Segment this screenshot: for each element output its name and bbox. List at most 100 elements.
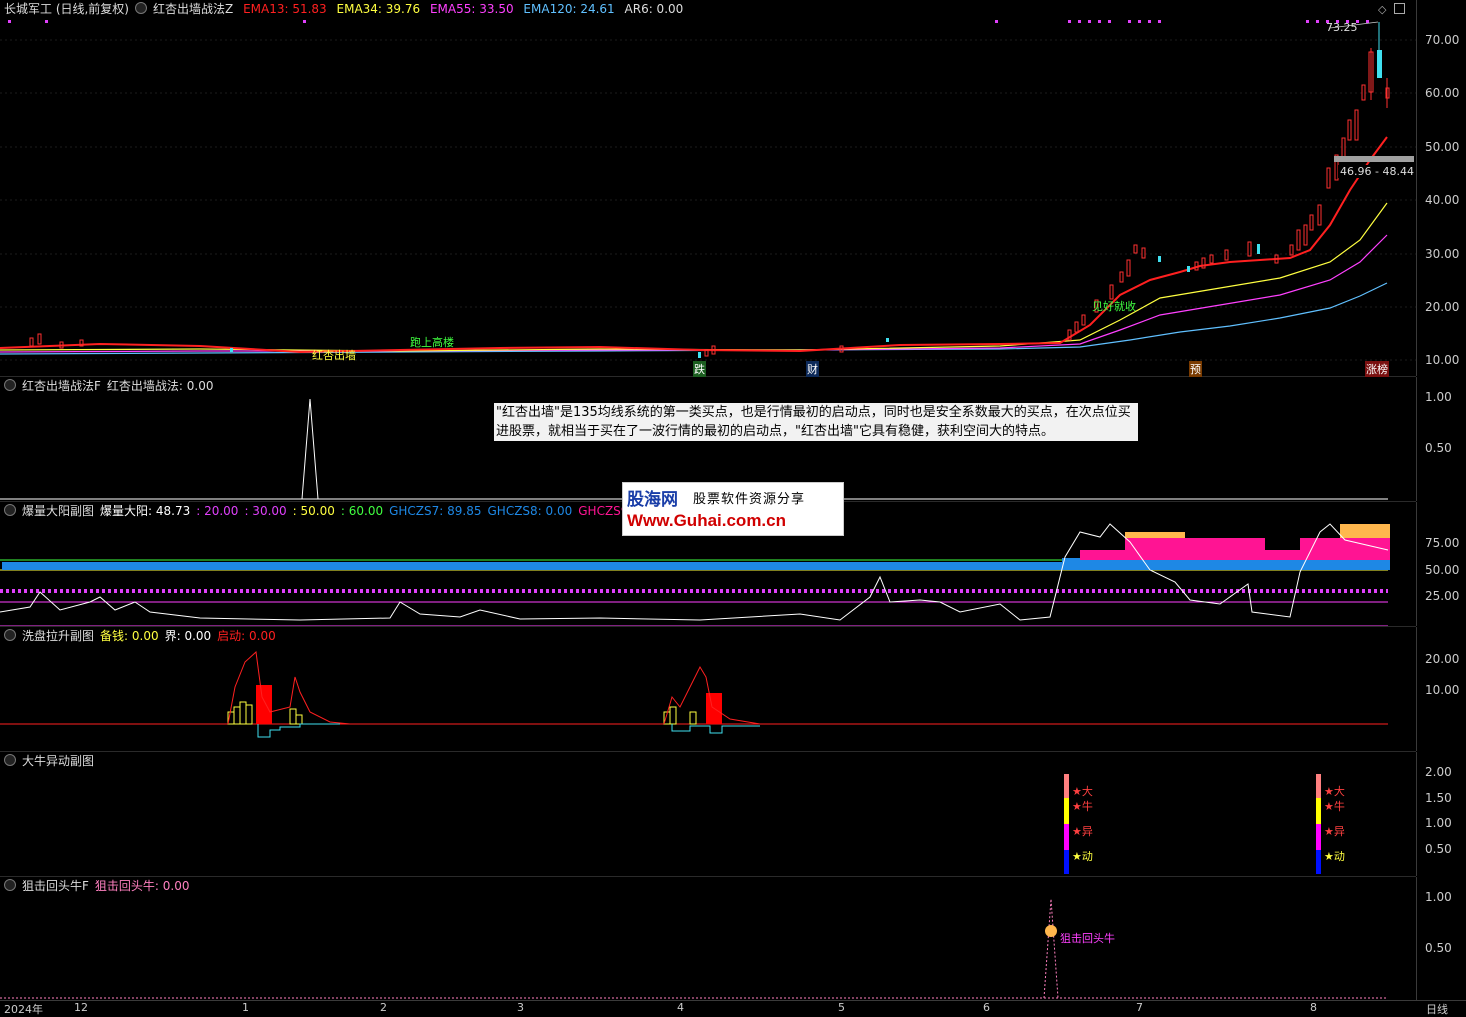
- window-buttons: ◇: [1378, 3, 1405, 16]
- panel3-v5: : 60.00: [340, 504, 384, 518]
- signal-niu-1: ★牛: [1072, 800, 1093, 813]
- panel2-name[interactable]: 红杏出墙战法F: [22, 379, 101, 393]
- panel-jiji[interactable]: 狙击回头牛F 狙击回头牛: 0.00 狙击回头牛: [0, 877, 1416, 1001]
- y-tick: 20.00: [1425, 652, 1460, 666]
- panel6-value: 狙击回头牛: 0.00: [94, 879, 190, 893]
- watermark-brand: 股海网: [627, 490, 678, 510]
- panel4-y-axis: 20.00 10.00: [1416, 627, 1466, 751]
- panel3-v2: : 20.00: [196, 504, 239, 518]
- panel2-y-axis: 1.00 0.50: [1416, 377, 1466, 501]
- maximize-icon[interactable]: [1393, 3, 1405, 14]
- panel3-y-axis: 75.00 50.00 25.00: [1416, 502, 1466, 626]
- settings-icon[interactable]: [4, 879, 16, 891]
- y-tick: 2.00: [1425, 765, 1452, 779]
- panel4-name[interactable]: 洗盘拉升副图: [22, 629, 94, 643]
- y-tick: 50.00: [1425, 140, 1460, 154]
- settings-icon[interactable]: [4, 504, 16, 516]
- signal-yi-2: ★异: [1324, 825, 1345, 838]
- panel5-y-axis: 2.00 1.50 1.00 0.50: [1416, 752, 1466, 876]
- strategy-note: "红杏出墙"是135均线系统的第一类买点，也是行情最初的启动点，同时也是安全系数…: [494, 403, 1138, 441]
- ema55-value: EMA55: 33.50: [429, 2, 514, 16]
- main-chart-panel[interactable]: 长城军工 (日线,前复权) 红杏出墙战法Z EMA13: 51.83 EMA34:…: [0, 0, 1416, 377]
- panel2-header: 红杏出墙战法F 红杏出墙战法: 0.00: [4, 379, 219, 393]
- panel3-v6: GHCZS7: 89.85: [389, 504, 482, 518]
- panel3-v7: GHCZS8: 0.00: [487, 504, 573, 518]
- y-tick: 60.00: [1425, 86, 1460, 100]
- settings-icon[interactable]: [4, 379, 16, 391]
- event-flag-die[interactable]: 跌: [693, 361, 706, 377]
- panel-xipan-svg: [0, 650, 1388, 738]
- period-label[interactable]: 日线: [1426, 1001, 1448, 1017]
- signal-dong-2: ★动: [1324, 850, 1345, 863]
- ema13-value: EMA13: 51.83: [243, 2, 327, 16]
- time-label: 12: [74, 1001, 88, 1014]
- signal-jiji-label: 狙击回头牛: [1060, 932, 1115, 945]
- stock-name[interactable]: 长城军工 (日线,前复权): [4, 2, 129, 16]
- panel3-name[interactable]: 爆量大阳副图: [22, 504, 94, 518]
- time-label: 3: [517, 1001, 524, 1014]
- annotation-jianhao: 见好就收: [1092, 300, 1136, 313]
- y-tick: 10.00: [1425, 353, 1460, 367]
- panel4-v1: 备钱: 0.00: [100, 629, 159, 643]
- panel-daniu[interactable]: 大牛异动副图 ★大 ★牛 ★异 ★动 ★大 ★牛 ★异 ★动: [0, 752, 1416, 877]
- ema34-value: EMA34: 39.76: [336, 2, 421, 16]
- y-tick: 1.00: [1425, 816, 1452, 830]
- y-tick: 1.00: [1425, 890, 1452, 904]
- settings-icon[interactable]: [135, 2, 147, 14]
- signal-yi-1: ★异: [1072, 825, 1093, 838]
- panel4-header: 洗盘拉升副图 备钱: 0.00 界: 0.00 启动: 0.00: [4, 629, 282, 643]
- y-tick: 70.00: [1425, 33, 1460, 47]
- panel3-v4: : 50.00: [292, 504, 335, 518]
- event-flag-zhangbang[interactable]: 涨榜: [1365, 361, 1389, 377]
- watermark-url: Www.Guhai.com.cn: [627, 511, 786, 530]
- y-tick: 75.00: [1425, 536, 1460, 550]
- signal-da-2: ★大: [1324, 785, 1345, 798]
- signal-dong-1: ★动: [1072, 850, 1093, 863]
- time-label: 6: [983, 1001, 990, 1014]
- y-tick: 10.00: [1425, 683, 1460, 697]
- y-tick: 25.00: [1425, 589, 1460, 603]
- y-tick: 0.50: [1425, 941, 1452, 955]
- y-tick: 20.00: [1425, 300, 1460, 314]
- panel3-v3: : 30.00: [244, 504, 287, 518]
- y-tick: 30.00: [1425, 247, 1460, 261]
- panel-daniu-svg: [1064, 774, 1321, 874]
- panel-jiji-svg: [0, 898, 1388, 999]
- main-chart-svg: [0, 20, 1416, 361]
- time-label: 1: [242, 1001, 249, 1014]
- diamond-icon[interactable]: ◇: [1378, 3, 1386, 16]
- time-label: 2: [380, 1001, 387, 1014]
- panel5-name[interactable]: 大牛异动副图: [22, 754, 94, 768]
- high-price-label: 73.25: [1326, 21, 1358, 34]
- event-flag-yu[interactable]: 预: [1189, 361, 1202, 377]
- watermark: 股海网 股票软件资源分享 Www.Guhai.com.cn: [622, 482, 844, 536]
- settings-icon[interactable]: [4, 754, 16, 766]
- time-label: 8: [1310, 1001, 1317, 1014]
- y-tick: 50.00: [1425, 563, 1460, 577]
- panel2-value: 红杏出墙战法: 0.00: [106, 379, 214, 393]
- y-tick: 40.00: [1425, 193, 1460, 207]
- y-tick: 0.50: [1425, 842, 1452, 856]
- time-label: 7: [1136, 1001, 1143, 1014]
- signal-niu-2: ★牛: [1324, 800, 1345, 813]
- time-axis: 2024年 12 1 2 3 4 5 6 7 8 日线: [0, 1000, 1466, 1017]
- signal-da-1: ★大: [1072, 785, 1093, 798]
- event-flag-cai[interactable]: 财: [806, 361, 819, 377]
- indicator-name[interactable]: 红杏出墙战法Z: [153, 2, 233, 16]
- y-tick: 1.00: [1425, 390, 1452, 404]
- main-header: 长城军工 (日线,前复权) 红杏出墙战法Z EMA13: 51.83 EMA34:…: [4, 2, 689, 16]
- settings-icon[interactable]: [4, 629, 16, 641]
- panel4-v2: 界: 0.00: [164, 629, 212, 643]
- panel5-header: 大牛异动副图: [4, 754, 100, 768]
- panel3-v1: 爆量大阳: 48.73: [100, 504, 191, 518]
- panel6-name[interactable]: 狙击回头牛F: [22, 879, 89, 893]
- panel-xipan[interactable]: 洗盘拉升副图 备钱: 0.00 界: 0.00 启动: 0.00: [0, 627, 1416, 752]
- y-tick: 1.50: [1425, 791, 1452, 805]
- time-label: 2024年: [4, 1003, 43, 1016]
- time-label: 4: [677, 1001, 684, 1014]
- price-range-label: 46.96 - 48.44: [1338, 165, 1416, 178]
- ema120-value: EMA120: 24.61: [523, 2, 615, 16]
- annotation-hongxing: 红杏出墙: [312, 349, 356, 362]
- panel4-v3: 启动: 0.00: [217, 629, 276, 643]
- panel6-y-axis: 1.00 0.50: [1416, 877, 1466, 1000]
